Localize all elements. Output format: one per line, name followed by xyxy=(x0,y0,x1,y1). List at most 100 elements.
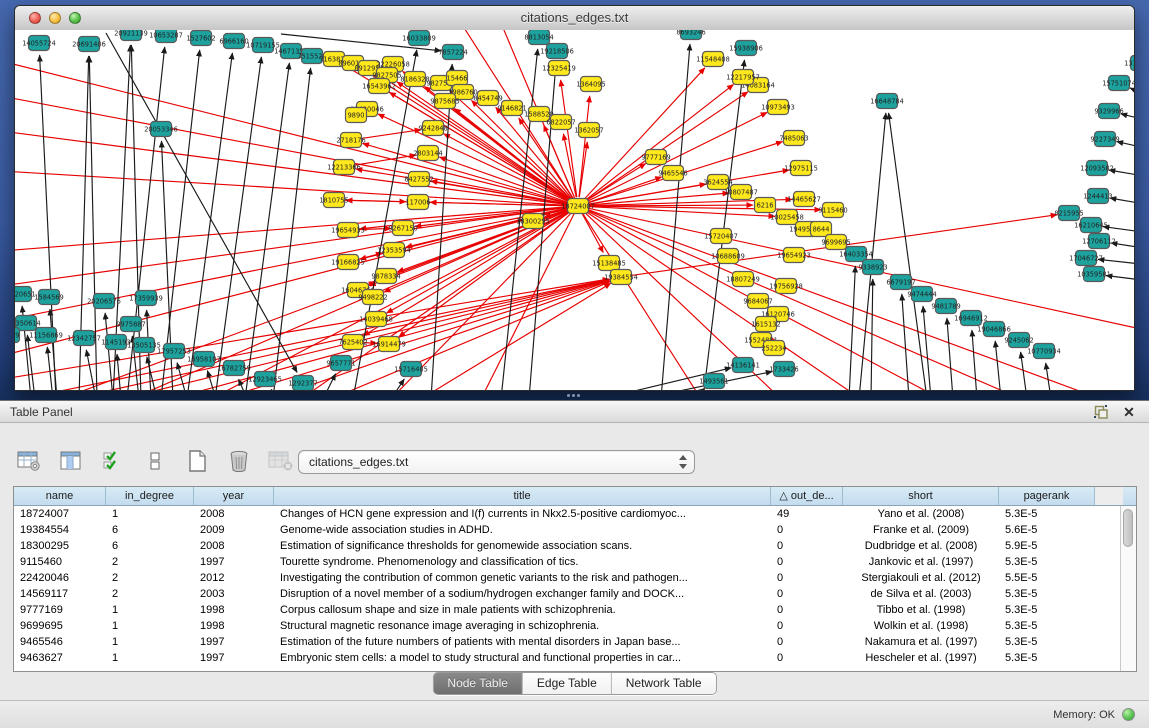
graph-node[interactable]: 9329966 xyxy=(1094,104,1123,119)
graph-node[interactable]: 15138485 xyxy=(592,256,626,271)
graph-node[interactable]: 8427552 xyxy=(404,172,433,187)
graph-node[interactable]: 17957253 xyxy=(157,344,191,359)
show-columns-icon[interactable] xyxy=(56,446,86,476)
column-header-out_de[interactable]: △ out_de... xyxy=(771,487,843,505)
graph-node[interactable]: 8186328 xyxy=(400,72,429,87)
graph-node[interactable]: 16033809 xyxy=(402,31,436,46)
graph-node[interactable]: 117006 xyxy=(405,195,430,210)
graph-node[interactable]: 15716485 xyxy=(394,362,428,377)
float-panel-icon[interactable] xyxy=(1093,404,1109,420)
graph-node[interactable]: 15466 xyxy=(447,71,468,86)
scrollbar-thumb[interactable] xyxy=(1123,509,1133,547)
graph-node[interactable]: 14465627 xyxy=(787,192,821,207)
graph-node[interactable]: 7625402 xyxy=(338,335,367,350)
graph-node[interactable]: 13172387 xyxy=(1124,56,1134,71)
close-panel-icon[interactable]: ✕ xyxy=(1121,404,1137,420)
graph-node[interactable]: 9481789 xyxy=(931,299,960,314)
graph-node[interactable]: 17046727 xyxy=(1069,251,1103,266)
graph-node[interactable]: 6966160 xyxy=(219,34,248,49)
graph-node[interactable]: 1362057 xyxy=(574,123,603,138)
graph-node[interactable]: 9242848 xyxy=(418,121,447,136)
graph-node[interactable]: 3624554 xyxy=(703,175,732,190)
graph-node[interactable]: 1615132 xyxy=(751,317,780,332)
graph-node[interactable]: 9465546 xyxy=(658,166,687,181)
row-height-icon[interactable] xyxy=(140,446,170,476)
graph-node[interactable]: 8813054 xyxy=(524,30,553,45)
graph-node[interactable]: 14136141 xyxy=(726,358,760,373)
graph-node[interactable]: 12706112 xyxy=(1082,234,1116,249)
graph-node[interactable]: 39159 xyxy=(15,328,20,343)
column-header-short[interactable]: short xyxy=(843,487,999,505)
graph-node[interactable]: 10688609 xyxy=(711,249,745,264)
graph-node[interactable]: 9777169 xyxy=(641,150,670,165)
graph-node[interactable]: 9975887 xyxy=(116,317,145,332)
graph-node[interactable]: 6216 xyxy=(755,198,776,213)
column-header-year[interactable]: year xyxy=(194,487,274,505)
graph-node[interactable]: 12093582 xyxy=(1080,161,1114,176)
graph-node[interactable]: 18807249 xyxy=(726,272,760,287)
graph-node[interactable]: 8693246 xyxy=(676,30,705,40)
graph-node[interactable]: 9474444 xyxy=(907,287,936,302)
memory-status-indicator[interactable] xyxy=(1122,708,1135,721)
graph-node[interactable]: 9146821 xyxy=(497,101,526,116)
graph-node[interactable]: 16914479 xyxy=(372,337,406,352)
graph-node[interactable]: 9890 xyxy=(346,108,367,123)
graph-node[interactable]: 1584569 xyxy=(34,290,63,305)
column-header-in_degree[interactable]: in_degree xyxy=(106,487,194,505)
column-header-title[interactable]: title xyxy=(274,487,771,505)
window-titlebar[interactable]: citations_edges.txt xyxy=(15,6,1134,31)
graph-node[interactable]: 9245062 xyxy=(1004,333,1033,348)
graph-node[interactable]: 7485063 xyxy=(779,131,808,146)
graph-node[interactable]: 9227349 xyxy=(1090,132,1119,147)
table-row[interactable]: 946362711997Embryonic stem cells: a mode… xyxy=(14,650,1136,666)
graph-node[interactable]: 16946912 xyxy=(954,311,988,326)
graph-node[interactable]: 1493561 xyxy=(699,374,728,389)
graph-node[interactable]: 19654923 xyxy=(777,248,811,263)
panel-divider-grip[interactable] xyxy=(566,394,584,399)
graph-node[interactable]: 9338923 xyxy=(858,260,887,275)
graph-node[interactable]: 6679197 xyxy=(886,275,915,290)
delete-column-trash-icon[interactable] xyxy=(224,446,254,476)
graph-node[interactable]: 2718176 xyxy=(336,133,365,148)
graph-node[interactable]: 10359581 xyxy=(1077,267,1111,282)
tab-edge-table[interactable]: Edge Table xyxy=(523,673,612,694)
graph-node[interactable]: 9267150 xyxy=(388,221,417,236)
table-row[interactable]: 1938455462009Genome-wide association stu… xyxy=(14,522,1136,538)
graph-node[interactable]: 8215955 xyxy=(1054,206,1083,221)
table-row[interactable]: 1872400712008Changes of HCN gene express… xyxy=(14,506,1136,522)
column-header-name[interactable]: name xyxy=(14,487,106,505)
graph-node[interactable]: 15720407 xyxy=(704,229,738,244)
graph-node[interactable]: 9115460 xyxy=(818,203,847,218)
graph-node[interactable]: 1364095 xyxy=(576,77,605,92)
graph-node[interactable]: 7857224 xyxy=(438,45,467,60)
graph-node[interactable]: 15751074 xyxy=(1102,76,1134,91)
graph-node[interactable]: 10653287 xyxy=(149,30,183,43)
graph-node[interactable]: 17359939 xyxy=(129,291,163,306)
select-rows-icon[interactable] xyxy=(98,446,128,476)
graph-node[interactable]: 12975115 xyxy=(784,161,818,176)
graph-node[interactable]: 20921139 xyxy=(114,30,148,41)
tab-node-table[interactable]: Node Table xyxy=(433,673,523,694)
table-row[interactable]: 946554611997Estimation of the future num… xyxy=(14,634,1136,650)
table-row[interactable]: 2242004622012Investigating the contribut… xyxy=(14,570,1136,586)
graph-node[interactable]: 19166825 xyxy=(331,255,365,270)
graph-node[interactable]: 20691406 xyxy=(72,37,106,52)
graph-node[interactable]: 9684067 xyxy=(743,294,772,309)
graph-node[interactable]: 6822057 xyxy=(546,115,575,130)
graph-node[interactable]: 16648784 xyxy=(870,94,904,109)
network-table-selector[interactable]: citations_edges.txt xyxy=(298,450,695,474)
graph-node[interactable]: 2520651 xyxy=(15,287,36,302)
network-window[interactable]: citations_edges.txt 14055724206914062092… xyxy=(14,5,1135,391)
table-row[interactable]: 977716911998Corpus callosum shape and si… xyxy=(14,602,1136,618)
graph-node[interactable]: 9878334 xyxy=(371,269,400,284)
graph-node[interactable]: 20206576 xyxy=(87,294,121,309)
graph-node[interactable]: 19046866 xyxy=(977,322,1011,337)
table-row[interactable]: 1456911722003Disruption of a novel membe… xyxy=(14,586,1136,602)
table-row[interactable]: 911546021997Tourette syndrome. Phenomeno… xyxy=(14,554,1136,570)
tab-network-table[interactable]: Network Table xyxy=(612,673,716,694)
graph-node[interactable]: 12325419 xyxy=(542,61,576,76)
table-row[interactable]: 1830029562008Estimation of significance … xyxy=(14,538,1136,554)
table-vertical-scrollbar[interactable] xyxy=(1120,506,1136,671)
graph-node[interactable]: 1733426 xyxy=(769,362,798,377)
graph-node[interactable]: 12213366 xyxy=(327,160,361,175)
